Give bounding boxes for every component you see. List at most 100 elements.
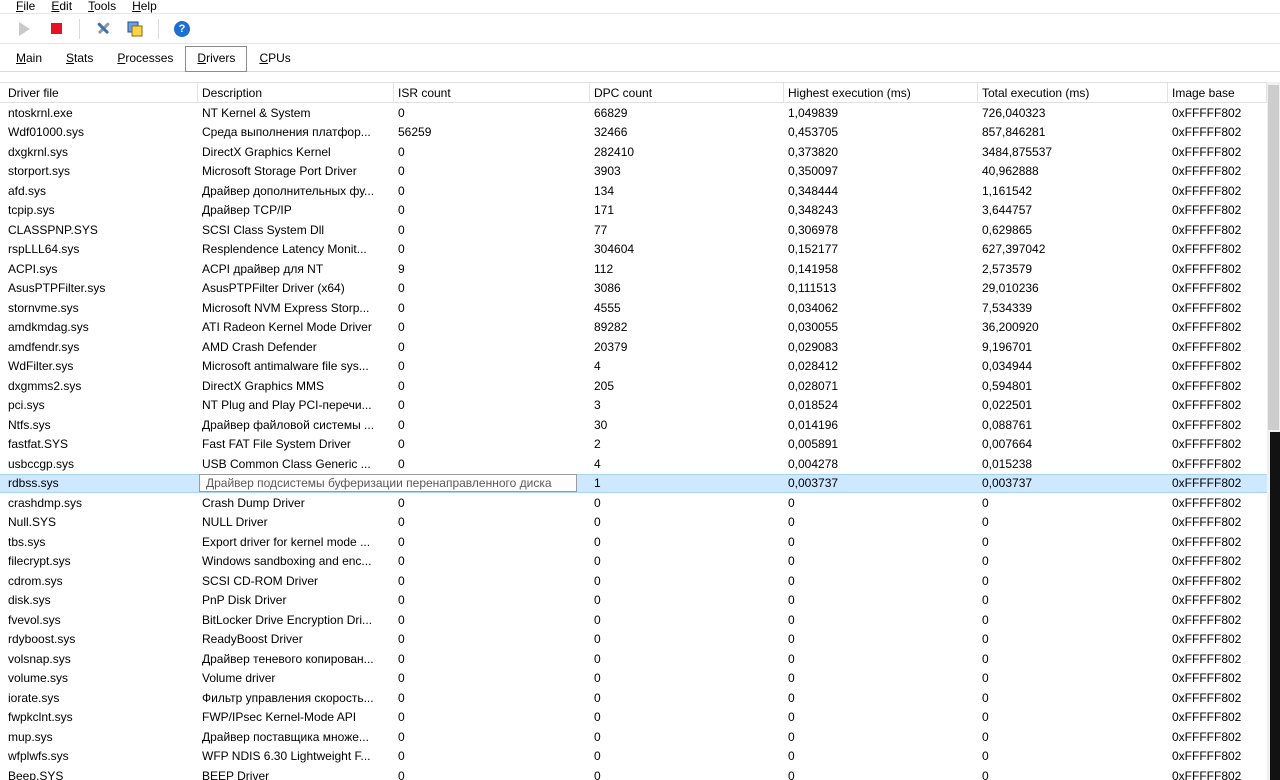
table-row[interactable]: CLASSPNP.SYS SCSI Class System Dll 0 77 0,30… — [0, 220, 1267, 240]
cell-driver: fwpkclnt.sys — [8, 710, 73, 725]
cell-highest: 0,018524 — [788, 398, 839, 413]
cell-dpc: 3903 — [594, 164, 621, 179]
table-row[interactable]: cdrom.sys SCSI CD-ROM Driver 0 0 0 0 0xFFFFF80… — [0, 571, 1267, 591]
tab-main[interactable]: Main — [4, 46, 54, 71]
table-row[interactable]: rdbss.sys 1 0,003737 0,003737 0xFFFFF802 — [0, 473, 1267, 493]
cell-dpc: 0 — [594, 515, 601, 530]
table-row[interactable]: dxgkrnl.sys DirectX Graphics Kernel 0 28241… — [0, 142, 1267, 162]
cell-description: SCSI CD-ROM Driver — [202, 573, 318, 588]
cell-dpc: 89282 — [594, 320, 628, 335]
table-row[interactable]: ACPI.sys ACPI драйвер для NT 9 112 0,141958 2… — [0, 259, 1267, 279]
cell-isr: 0 — [398, 183, 405, 198]
table-row[interactable]: rdyboost.sys ReadyBoost Driver 0 0 0 0 0xFFFFF… — [0, 630, 1267, 650]
table-row[interactable]: tbs.sys Export driver for kernel mode ...… — [0, 532, 1267, 552]
table-row[interactable]: pci.sys NT Plug and Play PCI-перечи... 0 3 0… — [0, 396, 1267, 416]
stop-monitor-button[interactable] — [42, 17, 70, 41]
table-row[interactable]: Beep.SYS BEEP Driver 0 0 0 0 0xFFFFF802 — [0, 766, 1267, 780]
cell-base: 0xFFFFF802 — [1172, 105, 1242, 120]
cell-total: 0,088761 — [982, 417, 1033, 432]
help-button[interactable]: ? — [168, 17, 196, 41]
options-button[interactable] — [89, 17, 117, 41]
cell-dpc: 66829 — [594, 105, 628, 120]
cell-dpc: 0 — [594, 729, 601, 744]
menu-tools[interactable]: Tools — [80, 0, 124, 13]
cell-dpc: 0 — [594, 768, 601, 780]
cell-isr: 0 — [398, 164, 405, 179]
cell-base: 0xFFFFF802 — [1172, 651, 1242, 666]
table-row[interactable]: WdFilter.sys Microsoft antimalware file s… — [0, 357, 1267, 377]
cell-driver: fvevol.sys — [8, 612, 61, 627]
table-row[interactable]: AsusPTPFilter.sys AsusPTPFilter Driver (x… — [0, 279, 1267, 299]
column-header[interactable]: Driver file — [0, 83, 198, 102]
table-row[interactable]: stornvme.sys Microsoft NVM Express Storp.… — [0, 298, 1267, 318]
tab-processes[interactable]: Processes — [105, 46, 185, 71]
table-row[interactable]: storport.sys Microsoft Storage Port Drive… — [0, 162, 1267, 182]
cell-dpc: 0 — [594, 710, 601, 725]
table-row[interactable]: fwpkclnt.sys FWP/IPsec Kernel-Mode API 0 0 0… — [0, 708, 1267, 728]
cell-dpc: 4 — [594, 456, 601, 471]
table-row[interactable]: usbccgp.sys USB Common Class Generic ... 0… — [0, 454, 1267, 474]
cell-driver: mup.sys — [8, 729, 53, 744]
cell-total: 0 — [982, 554, 989, 569]
table-row[interactable]: amdkmdag.sys ATI Radeon Kernel Mode Drive… — [0, 318, 1267, 338]
table-row[interactable]: ntoskrnl.exe NT Kernel & System 0 66829 1,04… — [0, 103, 1267, 123]
cell-isr: 0 — [398, 242, 405, 257]
table-row[interactable]: wfplwfs.sys WFP NDIS 6.30 Lightweight F..… — [0, 747, 1267, 767]
cell-isr: 0 — [398, 495, 405, 510]
cell-total: 3,644757 — [982, 203, 1033, 218]
column-header[interactable]: DPC count — [590, 83, 784, 102]
menu-edit[interactable]: Edit — [43, 0, 80, 13]
cell-description: WFP NDIS 6.30 Lightweight F... — [202, 749, 371, 764]
cell-base: 0xFFFFF802 — [1172, 456, 1242, 471]
column-header[interactable]: Image base — [1168, 83, 1267, 102]
cell-base: 0xFFFFF802 — [1172, 534, 1242, 549]
table-row[interactable]: fvevol.sys BitLocker Drive Encryption Dri… — [0, 610, 1267, 630]
table-row[interactable]: fastfat.SYS Fast FAT File System Driver 0 2… — [0, 435, 1267, 455]
table-row[interactable]: dxgmms2.sys DirectX Graphics MMS 0 205 0,028… — [0, 376, 1267, 396]
cell-driver: rdyboost.sys — [8, 632, 76, 647]
tab-stats[interactable]: Stats — [54, 46, 105, 71]
column-header[interactable]: Description — [198, 83, 394, 102]
cell-driver: dxgmms2.sys — [8, 378, 82, 393]
start-monitor-button[interactable] — [10, 17, 38, 41]
cell-total: 0 — [982, 710, 989, 725]
cell-highest: 1,049839 — [788, 105, 839, 120]
cell-description: SCSI Class System Dll — [202, 222, 325, 237]
column-header[interactable]: ISR count — [394, 83, 590, 102]
cell-dpc: 0 — [594, 690, 601, 705]
cell-dpc: 0 — [594, 554, 601, 569]
cell-description: Crash Dump Driver — [202, 495, 305, 510]
column-header[interactable]: Total execution (ms) — [978, 83, 1168, 102]
cell-isr: 0 — [398, 398, 405, 413]
tab-drivers[interactable]: Drivers — [185, 46, 248, 72]
menu-help[interactable]: Help — [124, 0, 165, 13]
cell-dpc: 0 — [594, 671, 601, 686]
cell-description: Фильтр управления скорость... — [202, 690, 374, 705]
report-windows-button[interactable] — [121, 17, 149, 41]
table-row[interactable]: rspLLL64.sys Resplendence Latency Monit..… — [0, 240, 1267, 260]
cell-driver: rspLLL64.sys — [8, 242, 80, 257]
scrollbar-thumb[interactable] — [1268, 85, 1279, 430]
table-row[interactable]: volume.sys Volume driver 0 0 0 0 0xFFFFF802 — [0, 669, 1267, 689]
tab-cpus[interactable]: CPUs — [247, 46, 302, 71]
table-row[interactable]: crashdmp.sys Crash Dump Driver 0 0 0 0 0xFFFFF… — [0, 493, 1267, 513]
cell-total: 0,003737 — [982, 476, 1033, 491]
table-row[interactable]: afd.sys Драйвер дополнительных фу... 0 134 0… — [0, 181, 1267, 201]
table-row[interactable]: disk.sys PnP Disk Driver 0 0 0 0 0xFFFFF802 — [0, 591, 1267, 611]
play-icon — [18, 21, 30, 36]
cell-highest: 0 — [788, 632, 795, 647]
table-row[interactable]: filecrypt.sys Windows sandboxing and enc.… — [0, 552, 1267, 572]
table-row[interactable]: mup.sys Драйвер поставщика множе... 0 0 0 0 0x… — [0, 727, 1267, 747]
cell-total: 0 — [982, 651, 989, 666]
table-row[interactable]: Null.SYS NULL Driver 0 0 0 0 0xFFFFF802 — [0, 513, 1267, 533]
table-row[interactable]: iorate.sys Фильтр управления скорость... 0… — [0, 688, 1267, 708]
menu-file[interactable]: File — [8, 0, 43, 13]
table-row[interactable]: amdfendr.sys AMD Crash Defender 0 20379 0,02… — [0, 337, 1267, 357]
table-row[interactable]: volsnap.sys Драйвер теневого копирован...… — [0, 649, 1267, 669]
table-row[interactable]: Wdf01000.sys Среда выполнения платфор... 5… — [0, 123, 1267, 143]
table-row[interactable]: Ntfs.sys Драйвер файловой системы ... 0 30 0… — [0, 415, 1267, 435]
cell-base: 0xFFFFF802 — [1172, 768, 1242, 780]
cell-total: 0,022501 — [982, 398, 1033, 413]
column-header[interactable]: Highest execution (ms) — [784, 83, 978, 102]
table-row[interactable]: tcpip.sys Драйвер TCP/IP 0 171 0,348243 3,644… — [0, 201, 1267, 221]
